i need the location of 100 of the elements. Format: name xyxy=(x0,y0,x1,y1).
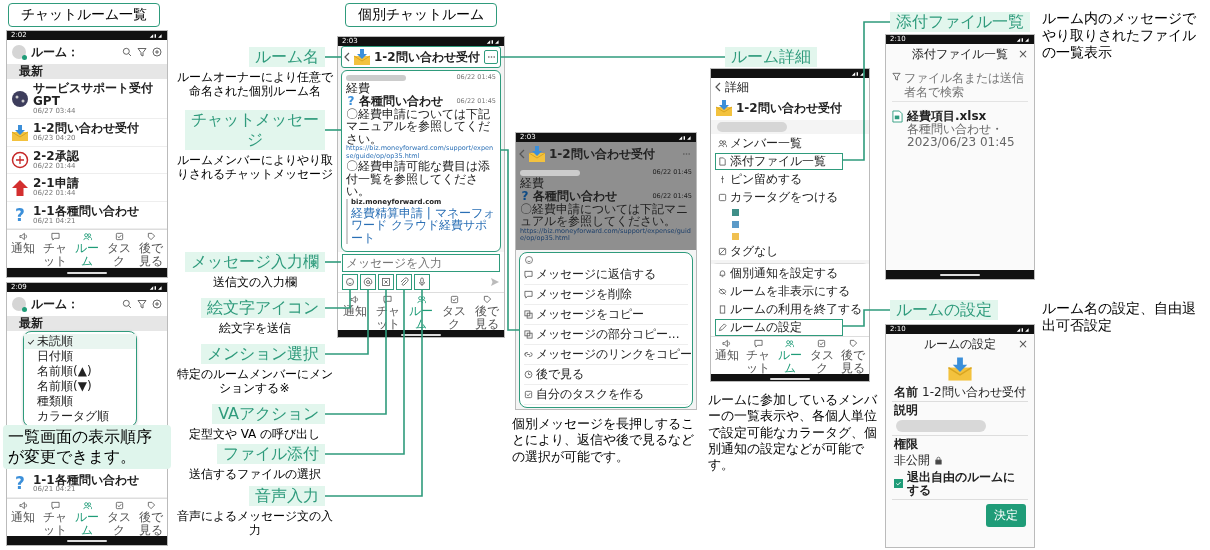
speaker-icon xyxy=(18,501,28,510)
search-icon[interactable] xyxy=(122,47,132,57)
sort-option[interactable]: 種類順 xyxy=(24,394,136,409)
callout-label: 音声入力 xyxy=(249,486,325,506)
lock-icon xyxy=(934,455,943,465)
back-icon[interactable] xyxy=(344,52,350,62)
callout-label: ルームの設定 xyxy=(890,300,998,320)
tab[interactable]: 通知 xyxy=(7,501,39,536)
room-name: サービスサポート受付 GPT xyxy=(33,82,154,108)
tag-icon xyxy=(482,295,492,304)
menu-item[interactable]: メッセージをコピー xyxy=(524,305,688,325)
callout-label: VAアクション xyxy=(212,404,325,424)
menu-item-label: 自分のタスクを作る xyxy=(536,388,644,401)
arrow-up-icon xyxy=(11,178,29,197)
mention-icon[interactable] xyxy=(360,274,376,290)
menu-item[interactable]: 後で見る xyxy=(524,365,688,385)
room-name: 2-2承認 xyxy=(33,149,80,163)
tab[interactable]: ルーム xyxy=(71,501,103,536)
section-header[interactable]: 最新 xyxy=(7,64,167,79)
message-text: 経費 xyxy=(346,82,370,95)
close-button[interactable]: × xyxy=(1017,337,1028,351)
checkbox-icon xyxy=(524,390,533,399)
room-name: 1-2問い合わせ受付 xyxy=(374,50,481,64)
sort-option[interactable]: 名前順(▼) xyxy=(24,379,136,394)
eye-off-icon xyxy=(718,286,727,296)
section-header[interactable]: 最新 xyxy=(7,316,167,331)
callout-label: メンション選択 xyxy=(201,344,325,364)
menu-item-label: 個別通知を設定する xyxy=(730,266,838,280)
avatar-icon xyxy=(11,89,29,108)
room-name-field[interactable]: 1-2問い合わせ受付 xyxy=(922,386,1026,399)
envelope-arrow-icon xyxy=(715,99,733,117)
tab[interactable]: チャット xyxy=(742,339,775,374)
tab[interactable]: タスク xyxy=(103,501,135,536)
add-icon[interactable] xyxy=(152,299,162,309)
tab[interactable]: ルーム xyxy=(71,232,103,268)
file-meta: 各種問い合わせ・2023/06/23 01:45 xyxy=(907,122,1016,149)
tab[interactable]: 通知 xyxy=(7,232,39,268)
menu-item[interactable]: 自分のタスクを作る xyxy=(524,385,688,405)
description-text: ルーム内のメッセージでやり取りされたファイルの一覧表示 xyxy=(1042,10,1197,61)
va-action-icon[interactable] xyxy=(378,274,394,290)
microphone-icon[interactable] xyxy=(414,274,430,290)
chat-bubble-icon xyxy=(50,232,60,242)
paperclip-icon[interactable] xyxy=(396,274,412,290)
send-icon[interactable] xyxy=(490,277,500,287)
emoji-icon[interactable] xyxy=(524,255,534,265)
menu-item-label: ルームを非表示にする xyxy=(730,284,850,298)
blurred-sender xyxy=(520,169,580,176)
search-icon[interactable] xyxy=(122,299,132,309)
menu-item[interactable]: メッセージの部分コピー... xyxy=(524,325,688,345)
tab[interactable]: チャット xyxy=(39,501,71,536)
question-mark-icon: ? xyxy=(520,190,530,203)
field-label: 説明 xyxy=(893,401,919,418)
close-button[interactable]: × xyxy=(1017,47,1028,61)
question-mark-icon: ? xyxy=(11,206,29,224)
tab[interactable]: チャット xyxy=(39,232,71,268)
callout-label: ファイル添付 xyxy=(217,444,325,464)
tab[interactable]: 後で見る xyxy=(135,501,167,536)
filter-icon[interactable] xyxy=(137,299,147,309)
chat-bubble-icon xyxy=(383,295,393,304)
link-icon xyxy=(524,350,533,359)
menu-item[interactable]: メッセージを削除 xyxy=(524,285,688,305)
sort-option[interactable]: カラータグ順 xyxy=(24,409,136,424)
callout-description: 音声によるメッセージ文の入力 xyxy=(175,509,334,538)
detail-menu-item[interactable]: 添付ファイル一覧 xyxy=(715,152,843,170)
tab[interactable]: 通知 xyxy=(711,339,743,374)
description-text: ルーム名の設定、自由退出可否設定 xyxy=(1042,300,1197,334)
checkbox[interactable] xyxy=(894,479,903,489)
detail-menu-item[interactable]: ルームを非表示にする xyxy=(715,282,853,300)
tab[interactable]: 後で見る xyxy=(135,232,167,268)
callout-label: ルーム名 xyxy=(249,47,325,67)
back-icon[interactable] xyxy=(715,82,721,92)
room-name: 1-2問い合わせ受付 xyxy=(736,101,843,115)
clock-icon xyxy=(524,370,533,379)
tab[interactable]: 後で見る xyxy=(470,295,504,330)
tab[interactable]: 後で見る xyxy=(837,339,869,374)
gesture-bar xyxy=(940,273,980,276)
detail-menu-item[interactable]: 個別通知を設定する xyxy=(715,264,843,282)
tab[interactable]: ルーム xyxy=(774,339,806,374)
filter-icon[interactable] xyxy=(137,47,147,57)
menu-item[interactable]: メッセージに返信する xyxy=(524,265,688,285)
envelope-arrow-icon xyxy=(11,123,29,142)
signal-battery-icon xyxy=(851,70,865,77)
detail-menu-item[interactable]: ルームの利用を終了する xyxy=(715,300,865,318)
search-field[interactable]: ファイル名または送信者名で検索 xyxy=(892,72,1028,102)
add-icon[interactable] xyxy=(152,47,162,57)
room-name: 1-2問い合わせ受付 xyxy=(549,147,656,161)
sort-option[interactable]: 名前順(▲) xyxy=(24,364,136,379)
detail-menu-item[interactable]: ルームの設定 xyxy=(715,318,843,336)
sort-option[interactable]: 未読順 xyxy=(24,334,136,349)
sort-option[interactable]: 日付順 xyxy=(24,349,136,364)
callout-description: 送信するファイルの選択 xyxy=(187,467,322,482)
tab[interactable]: タスク xyxy=(805,339,838,374)
menu-item-label: タグなし xyxy=(730,244,778,258)
emoji-icon[interactable] xyxy=(342,274,358,290)
tab[interactable]: タスク xyxy=(103,232,135,268)
file-list-item[interactable]: 経費項目.xlsx 各種問い合わせ・2023/06/23 01:45 xyxy=(886,106,1034,153)
message-input-field[interactable]: メッセージを入力 xyxy=(342,254,500,272)
more-button[interactable] xyxy=(484,50,498,64)
sender-name: 各種問い合わせ xyxy=(533,189,617,203)
tab[interactable]: タスク xyxy=(437,295,471,330)
